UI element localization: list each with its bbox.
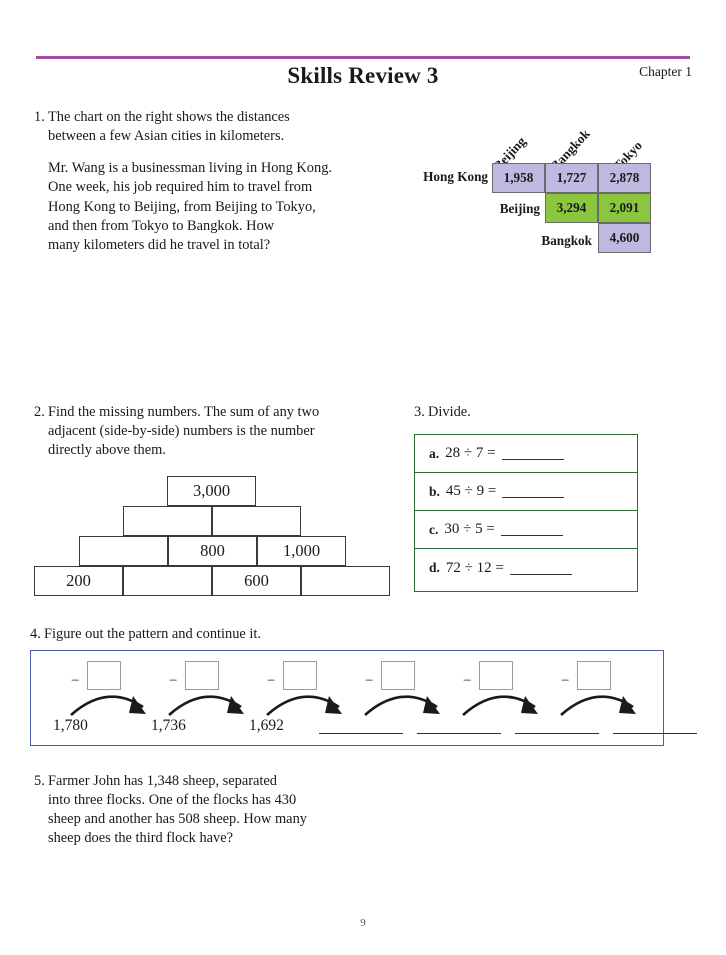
divide-problem-b: 45 ÷ 9 = <box>445 483 497 499</box>
pattern-arrow-2 <box>168 695 244 716</box>
pyramid-cell-r2c2[interactable] <box>212 506 301 536</box>
question-4-number: 4. <box>30 626 41 642</box>
q2-line-2: adjacent (side-by-side) numbers is the n… <box>48 423 315 440</box>
chapter-label: Chapter 1 <box>639 64 692 79</box>
distance-chart: Beijing Bangkok Tokyo Hong Kong Beijing … <box>404 100 684 260</box>
pyramid-cell-r3c1[interactable] <box>79 536 168 566</box>
question-2-body: Find the missing numbers. The sum of any… <box>48 403 394 460</box>
distance-cell-hongkong-beijing: 1,958 <box>492 163 545 193</box>
question-3-number: 3. <box>414 404 425 420</box>
divide-answer-blank-a[interactable] <box>501 447 564 461</box>
divide-answer-blank-c[interactable] <box>500 523 563 537</box>
question-2: 2. Find the missing numbers. The sum of … <box>34 403 394 460</box>
pattern-value-3: 1,692 <box>249 717 284 734</box>
pattern-arrow-6 <box>560 695 636 716</box>
divide-problem-a: 28 ÷ 7 = <box>445 445 496 461</box>
distance-cell-hongkong-bangkok: 1,727 <box>545 163 598 193</box>
divide-letter-a: a. <box>429 445 440 461</box>
pattern-step-6: − <box>557 659 657 716</box>
question-1-number: 1. <box>34 109 45 125</box>
divide-row-a: a. 28 ÷ 7 = <box>415 435 637 473</box>
question-5: 5. Farmer John has 1,348 sheep, separate… <box>34 772 394 849</box>
q2-line-3: directly above them. <box>48 442 166 459</box>
pattern-box: − − − − − − 1,780 1,736 1,692 <box>30 650 697 746</box>
q1-line-2: between a few Asian cities in kilometers… <box>48 128 285 145</box>
divide-letter-d: d. <box>429 560 440 575</box>
pattern-value-1: 1,780 <box>53 717 88 734</box>
question-5-body: Farmer John has 1,348 sheep, separated i… <box>48 772 394 849</box>
pyramid-cell-r3c3[interactable]: 1,000 <box>257 536 346 566</box>
divide-answer-blank-d[interactable] <box>509 561 572 575</box>
distance-cell-bangkok-tokyo: 4,600 <box>598 223 651 253</box>
pattern-answer-blank-4[interactable] <box>613 733 697 734</box>
header-rule <box>36 56 690 59</box>
pyramid-cell-r3c2[interactable]: 800 <box>168 536 257 566</box>
divide-row-b: b. 45 ÷ 9 = <box>415 473 637 511</box>
pyramid-cell-r1c1[interactable]: 3,000 <box>167 476 256 506</box>
question-4: 4. Figure out the pattern and continue i… <box>30 625 450 644</box>
pyramid-cell-r4c3[interactable]: 600 <box>212 566 301 596</box>
pattern-step-4: − <box>361 659 461 716</box>
pattern-answer-blank-3[interactable] <box>515 733 599 734</box>
distance-chart-row-label-bangkok: Bangkok <box>541 233 592 248</box>
question-5-number: 5. <box>34 773 45 789</box>
pattern-arrow-3 <box>266 695 342 716</box>
question-4-title: Figure out the pattern and continue it. <box>44 626 262 642</box>
pyramid-cell-r4c2[interactable] <box>123 566 212 596</box>
divide-letter-c: c. <box>429 521 439 537</box>
q2-line-1: Find the missing numbers. The sum of any… <box>48 404 320 420</box>
q5-line-1: Farmer John has 1,348 sheep, separated <box>48 773 277 789</box>
pattern-step-2: − <box>165 659 265 716</box>
divide-problem-d: 72 ÷ 12 = <box>445 559 504 576</box>
q1-para2-line-5: many kilometers did he travel in total? <box>48 236 271 253</box>
pyramid-cell-r4c1[interactable]: 200 <box>34 566 123 596</box>
q1-para2-line-1: Mr. Wang is a businessman living in Hong… <box>48 160 332 177</box>
pattern-answer-blank-2[interactable] <box>417 733 501 734</box>
question-3-title: Divide. <box>428 404 471 420</box>
distance-chart-row-label-beijing: Beijing <box>499 201 540 216</box>
worksheet-page: Skills Review 3 Chapter 1 1. The chart o… <box>0 0 726 955</box>
q5-line-3: sheep and another has 508 sheep. How man… <box>48 811 307 828</box>
q1-para2-line-3: Hong Kong to Beijing, from Beijing to To… <box>48 198 316 215</box>
distance-cell-beijing-tokyo: 2,091 <box>598 193 651 223</box>
pattern-step-1: − <box>67 659 167 716</box>
q1-line-1: The chart on the right shows the distanc… <box>48 109 290 125</box>
question-3: 3. Divide. <box>414 403 664 422</box>
divide-box: a. 28 ÷ 7 = b. 45 ÷ 9 = c. 30 ÷ 5 = d. 7… <box>414 434 638 592</box>
distance-cell-hongkong-tokyo: 2,878 <box>598 163 651 193</box>
pyramid-cell-r4c4[interactable] <box>301 566 390 596</box>
number-pyramid: 3,000 800 1,000 200 600 <box>34 476 390 596</box>
q5-line-2: into three flocks. One of the flocks has… <box>48 792 297 809</box>
q1-para2-line-4: and then from Tokyo to Bangkok. How <box>48 217 275 234</box>
question-2-number: 2. <box>34 404 45 420</box>
page-number: 9 <box>360 917 366 929</box>
page-title: Skills Review 3 <box>287 63 439 88</box>
question-1-body: The chart on the right shows the distanc… <box>48 108 384 255</box>
divide-row-d: d. 72 ÷ 12 = <box>415 549 637 587</box>
divide-row-c: c. 30 ÷ 5 = <box>415 511 637 549</box>
pattern-arrow-4 <box>364 695 440 716</box>
pattern-arrow-5 <box>462 695 538 716</box>
divide-answer-blank-b[interactable] <box>502 485 565 499</box>
distance-cell-beijing-bangkok: 3,294 <box>545 193 598 223</box>
q1-para2-line-2: One week, his job required him to travel… <box>48 179 313 196</box>
pattern-answer-blank-1[interactable] <box>319 733 403 734</box>
pattern-value-2: 1,736 <box>151 717 186 734</box>
pattern-step-5: − <box>459 659 559 716</box>
divide-problem-c: 30 ÷ 5 = <box>444 521 495 537</box>
q5-line-4: sheep does the third flock have? <box>48 830 234 847</box>
question-1: 1. The chart on the right shows the dist… <box>34 108 384 255</box>
distance-chart-row-label-hong-kong: Hong Kong <box>423 169 488 184</box>
divide-letter-b: b. <box>429 483 440 499</box>
pattern-arrow-1 <box>70 695 146 716</box>
pattern-step-3: − <box>263 659 363 716</box>
pyramid-cell-r2c1[interactable] <box>123 506 212 536</box>
